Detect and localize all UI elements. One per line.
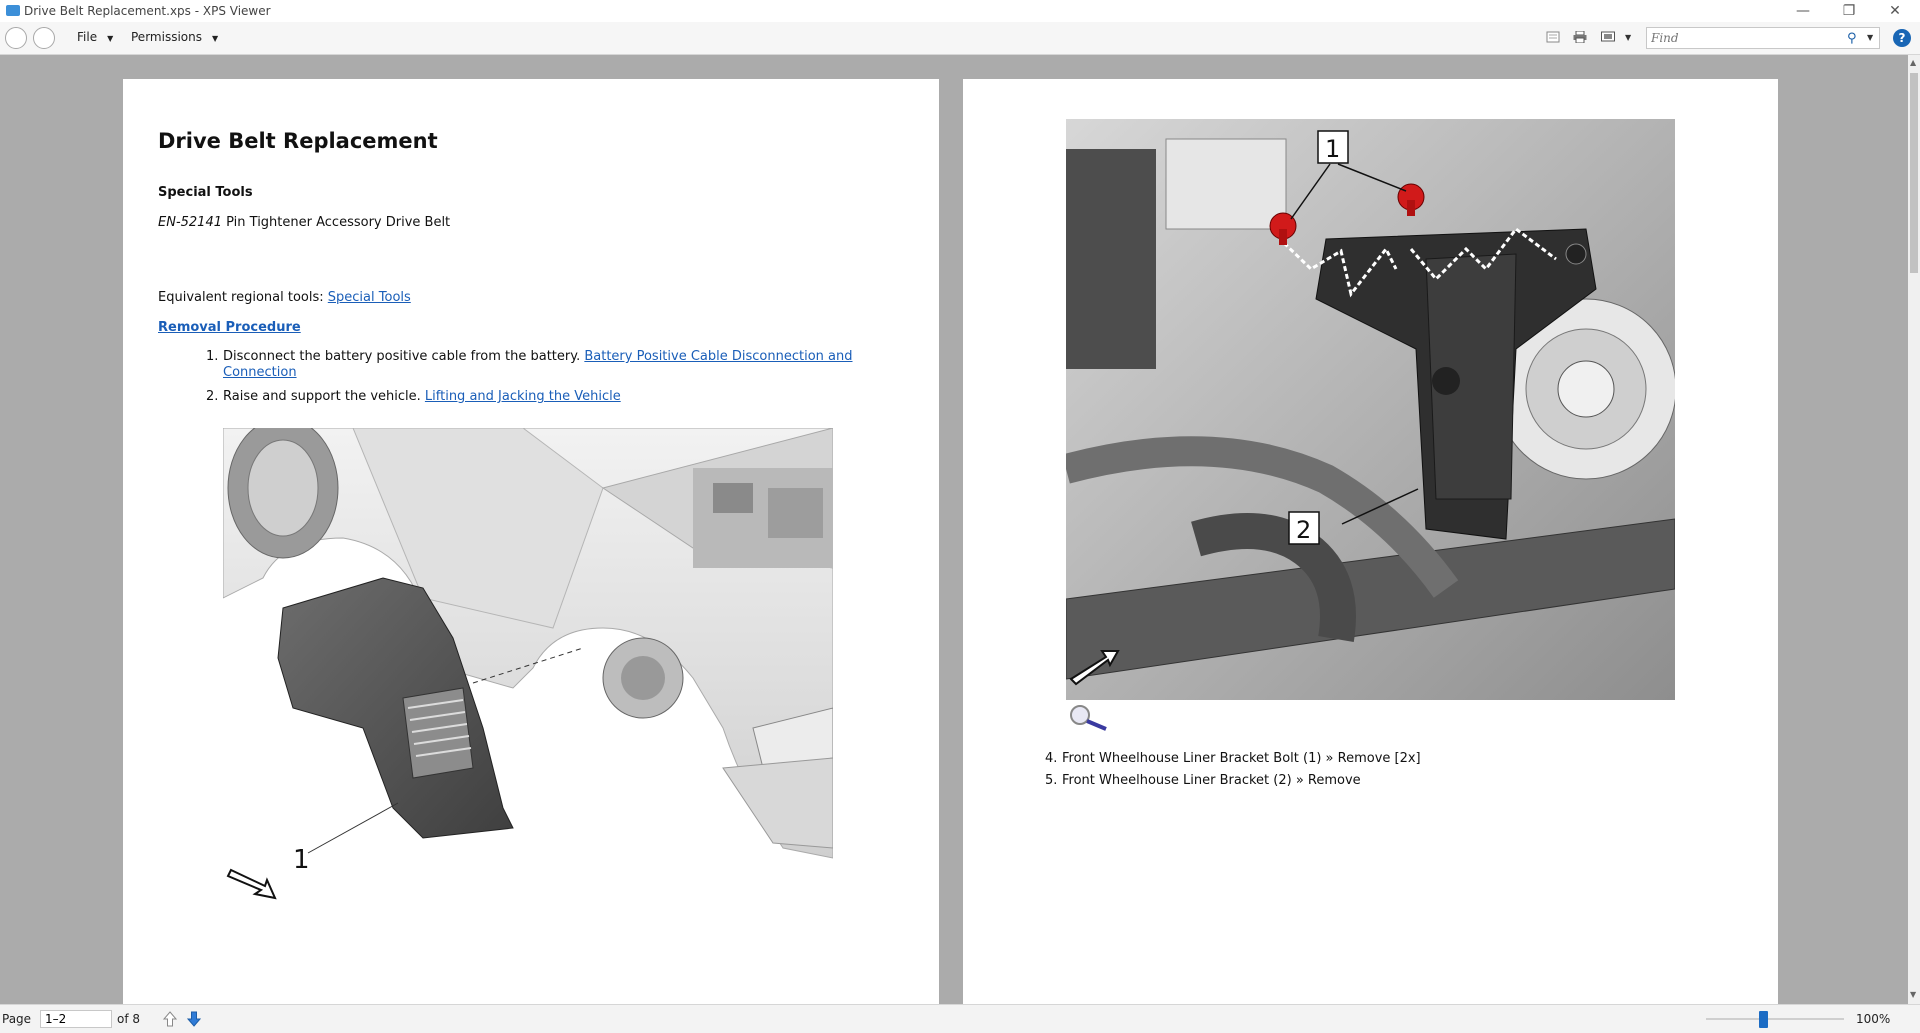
minimize-button[interactable]: — xyxy=(1780,0,1826,22)
wheelhouse-liner-illustration: 1 xyxy=(223,428,833,900)
status-bar: Page of 8 100% xyxy=(0,1004,1920,1033)
zoom-level: 100% xyxy=(1856,1012,1891,1026)
page-1: Drive Belt Replacement Special Tools EN-… xyxy=(123,79,939,1004)
special-tools-link[interactable]: Special Tools xyxy=(328,290,411,305)
lifting-jacking-link[interactable]: Lifting and Jacking the Vehicle xyxy=(425,389,621,404)
search-icon[interactable]: ⚲ xyxy=(1847,31,1857,46)
vertical-scrollbar[interactable]: ▲ ▼ xyxy=(1908,55,1920,1004)
page-number-input[interactable] xyxy=(40,1010,112,1028)
special-tools-heading: Special Tools xyxy=(158,185,253,200)
zoom-slider-thumb[interactable] xyxy=(1758,1011,1768,1028)
equivalent-tools-label: Equivalent regional tools: xyxy=(158,290,328,305)
equivalent-tools-line: Equivalent regional tools: Special Tools xyxy=(158,290,411,305)
list-item: 4. Front Wheelhouse Liner Bracket Bolt (… xyxy=(1045,751,1745,767)
tool-line: EN-52141 Pin Tightener Accessory Drive B… xyxy=(158,215,450,230)
print-icon[interactable] xyxy=(1573,31,1587,43)
file-menu-label: File xyxy=(77,30,98,44)
step-text-wrap: Disconnect the battery positive cable fr… xyxy=(223,349,883,381)
find-input[interactable] xyxy=(1651,31,1841,45)
xps-app-icon xyxy=(6,5,20,16)
step-number: 4. xyxy=(1045,751,1058,766)
list-item: 1. Disconnect the battery positive cable… xyxy=(206,349,886,381)
tool-name: Pin Tightener Accessory Drive Belt xyxy=(221,215,451,230)
menu-bar: File ▼ Permissions ▼ ▼ ⚲ ▼ ? xyxy=(0,22,1920,55)
step-number: 2. xyxy=(206,389,219,404)
battery-cable-link-cont[interactable]: Connection xyxy=(223,365,297,380)
permissions-menu-label: Permissions xyxy=(131,30,202,44)
battery-cable-link[interactable]: Battery Positive Cable Disconnection and xyxy=(584,349,852,364)
close-button[interactable]: ✕ xyxy=(1872,0,1918,22)
page-label: Page xyxy=(2,1012,32,1026)
list-item: 2. Raise and support the vehicle. Liftin… xyxy=(206,389,886,405)
help-icon[interactable]: ? xyxy=(1893,29,1911,47)
step-text-wrap: Raise and support the vehicle. Lifting a… xyxy=(223,389,621,405)
removal-procedure-link[interactable]: Removal Procedure xyxy=(158,320,301,335)
permissions-menu[interactable]: Permissions ▼ xyxy=(131,30,218,44)
zoom-view-icon[interactable] xyxy=(1601,31,1615,43)
figure-callout-1: 1 xyxy=(293,845,310,875)
list-item: 5. Front Wheelhouse Liner Bracket (2) » … xyxy=(1045,773,1745,789)
step-text: Disconnect the battery positive cable fr… xyxy=(223,349,585,364)
next-page-icon[interactable] xyxy=(187,1011,201,1027)
page-2: 1 2 4. Front Wheelhouse Liner Bracket Bo… xyxy=(963,79,1778,1004)
restore-button[interactable]: ❐ xyxy=(1826,0,1872,22)
callout-2: 2 xyxy=(1296,516,1311,544)
scrollbar-thumb[interactable] xyxy=(1910,73,1918,273)
page-title: Drive Belt Replacement xyxy=(158,129,438,153)
document-viewer[interactable]: Drive Belt Replacement Special Tools EN-… xyxy=(0,55,1908,1004)
back-icon[interactable] xyxy=(5,27,27,49)
callout-1: 1 xyxy=(1325,135,1340,163)
removal-procedure-link-wrap: Removal Procedure xyxy=(158,320,301,335)
chevron-down-icon[interactable]: ▼ xyxy=(1867,33,1873,42)
zoom-slider[interactable] xyxy=(1706,1018,1844,1020)
scroll-down-icon[interactable]: ▼ xyxy=(1910,990,1916,999)
scroll-up-icon[interactable]: ▲ xyxy=(1910,58,1916,67)
step-text: Front Wheelhouse Liner Bracket (2) » Rem… xyxy=(1062,773,1361,788)
tool-code: EN-52141 xyxy=(158,215,222,230)
chevron-down-icon[interactable]: ▼ xyxy=(1625,33,1631,42)
chevron-down-icon: ▼ xyxy=(211,34,219,43)
previous-page-icon[interactable] xyxy=(163,1011,177,1027)
forward-icon[interactable] xyxy=(33,27,55,49)
find-box: ⚲ ▼ xyxy=(1646,27,1880,49)
step-number: 1. xyxy=(206,349,219,364)
step-text: Raise and support the vehicle. xyxy=(223,389,425,404)
window-title: Drive Belt Replacement.xps - XPS Viewer xyxy=(24,4,271,18)
magnify-icon[interactable] xyxy=(1066,703,1110,733)
step-number: 5. xyxy=(1045,773,1058,788)
liner-bracket-illustration: 1 2 xyxy=(1066,119,1675,700)
page-layout-icon[interactable] xyxy=(1546,31,1560,43)
file-menu[interactable]: File ▼ xyxy=(77,30,113,44)
step-text: Front Wheelhouse Liner Bracket Bolt (1) … xyxy=(1062,751,1421,766)
title-bar: Drive Belt Replacement.xps - XPS Viewer … xyxy=(0,0,1920,22)
chevron-down-icon: ▼ xyxy=(107,34,114,43)
page-count: of 8 xyxy=(117,1012,141,1026)
